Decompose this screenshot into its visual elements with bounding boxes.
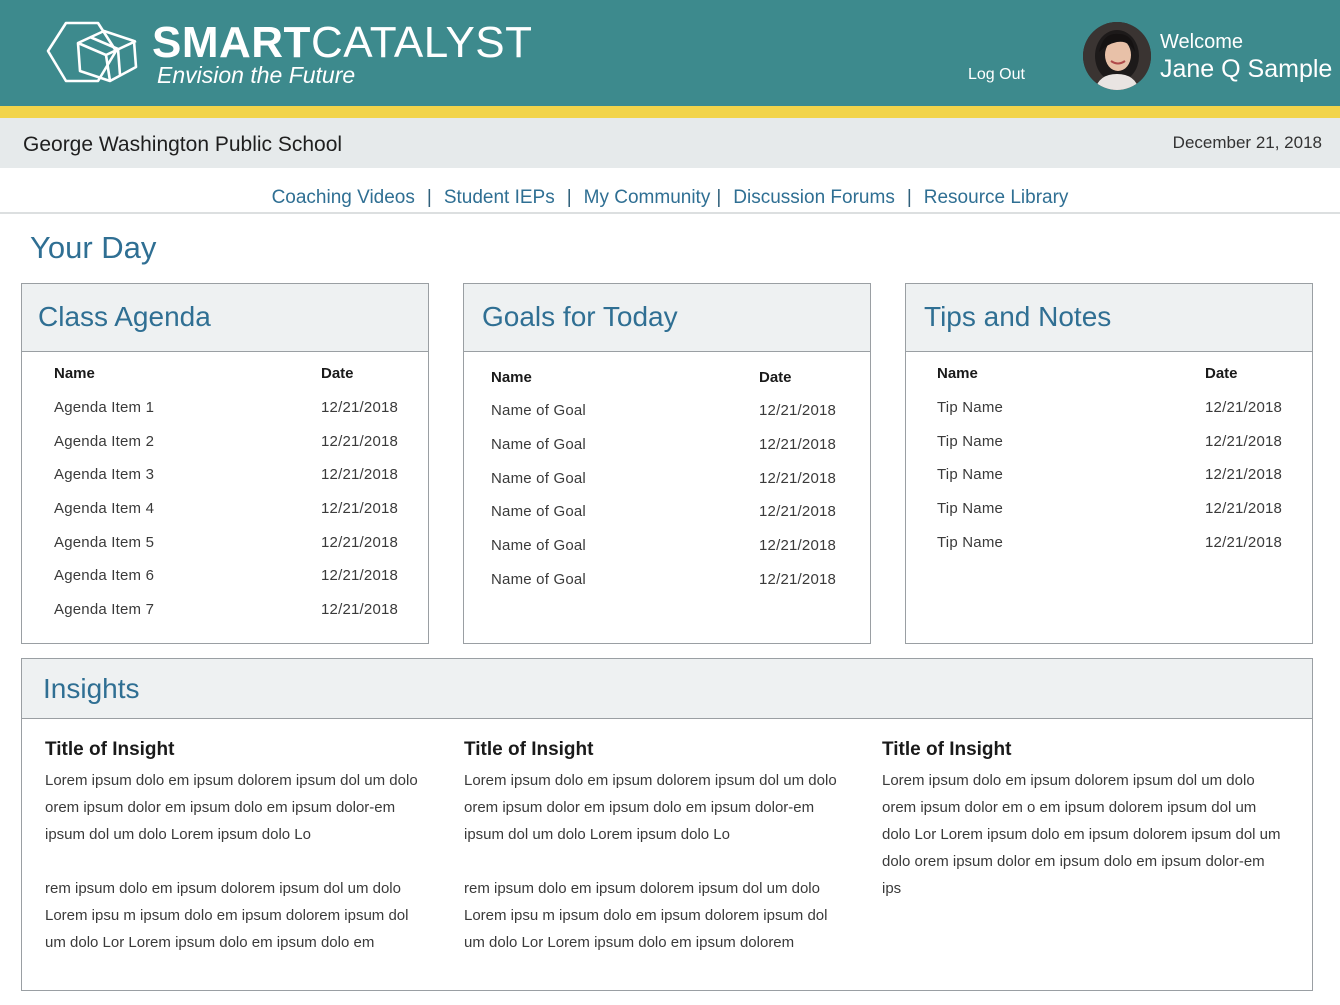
card-title: Insights	[43, 673, 140, 704]
agenda-item-name[interactable]: Agenda Item 2	[54, 433, 154, 450]
goal-date: 12/21/2018	[759, 503, 837, 520]
goals-card: Goals for Today Name Date Name of Goal 1…	[463, 283, 871, 644]
insight-text: Lorem ipsum dolo em ipsum dolorem ipsum …	[45, 772, 418, 843]
user-photo-icon	[1083, 22, 1151, 90]
column-header-date: Date	[759, 369, 792, 386]
goal-date: 12/21/2018	[759, 571, 837, 588]
agenda-item-name[interactable]: Agenda Item 7	[54, 601, 154, 618]
insight-title[interactable]: Title of Insight	[882, 739, 1282, 761]
card-header: Goals for Today	[464, 284, 870, 352]
user-name: Jane Q Sample	[1160, 55, 1333, 83]
column-header-name: Name	[491, 369, 532, 386]
brand-name: SMARTCATALYST	[152, 20, 533, 66]
insight-title[interactable]: Title of Insight	[45, 739, 425, 761]
agenda-item-name[interactable]: Agenda Item 6	[54, 567, 154, 584]
tips-card: Tips and Notes Name Date Tip Name 12/21/…	[905, 283, 1313, 644]
app-header: SMARTCATALYST Envision the Future Log Ou…	[0, 0, 1340, 106]
brand-name-light: CATALYST	[310, 18, 533, 67]
header-accent-stripe	[0, 106, 1340, 118]
tip-date: 12/21/2018	[1205, 433, 1283, 450]
tip-name[interactable]: Tip Name	[937, 534, 1003, 551]
tip-date: 12/21/2018	[1205, 500, 1283, 517]
welcome-label: Welcome	[1160, 31, 1243, 53]
card-title: Class Agenda	[38, 301, 211, 332]
goal-date: 12/21/2018	[759, 470, 837, 487]
agenda-item-name[interactable]: Agenda Item 3	[54, 466, 154, 483]
agenda-item-date: 12/21/2018	[321, 567, 399, 584]
agenda-item-name[interactable]: Agenda Item 5	[54, 534, 154, 551]
nav-student-ieps[interactable]: Student IEPs	[444, 187, 555, 209]
goal-date: 12/21/2018	[759, 402, 837, 419]
goal-name[interactable]: Name of Goal	[491, 470, 586, 487]
column-header-date: Date	[321, 365, 354, 382]
insight-item: Title of Insight Lorem ipsum dolo em ips…	[464, 739, 844, 956]
insights-card: Insights Title of Insight Lorem ipsum do…	[21, 658, 1313, 991]
card-title: Goals for Today	[482, 301, 678, 332]
tip-name[interactable]: Tip Name	[937, 433, 1003, 450]
brand-name-bold: SMART	[152, 18, 311, 67]
agenda-item-date: 12/21/2018	[321, 534, 399, 551]
tip-date: 12/21/2018	[1205, 399, 1283, 416]
insight-title[interactable]: Title of Insight	[464, 739, 844, 761]
nav-separator: |	[716, 187, 722, 208]
logout-link[interactable]: Log Out	[968, 66, 1025, 84]
tip-name[interactable]: Tip Name	[937, 399, 1003, 416]
agenda-item-date: 12/21/2018	[321, 433, 399, 450]
agenda-item-date: 12/21/2018	[321, 601, 399, 618]
tip-date: 12/21/2018	[1205, 466, 1283, 483]
nav-divider	[0, 212, 1340, 214]
brand: SMARTCATALYST Envision the Future	[152, 20, 533, 89]
column-header-name: Name	[54, 365, 95, 382]
agenda-item-date: 12/21/2018	[321, 466, 399, 483]
agenda-item-date: 12/21/2018	[321, 399, 399, 416]
goal-name[interactable]: Name of Goal	[491, 503, 586, 520]
insight-item: Title of Insight Lorem ipsum dolo em ips…	[882, 739, 1282, 902]
card-title: Tips and Notes	[924, 301, 1112, 332]
agenda-item-date: 12/21/2018	[321, 500, 399, 517]
nav-coaching-videos[interactable]: Coaching Videos	[272, 187, 415, 209]
goal-name[interactable]: Name of Goal	[491, 436, 586, 453]
column-header-date: Date	[1205, 365, 1238, 382]
agenda-item-name[interactable]: Agenda Item 4	[54, 500, 154, 517]
school-name: George Washington Public School	[23, 133, 343, 156]
nav-separator: |	[906, 187, 912, 208]
insight-text: Lorem ipsum dolo em ipsum dolorem ipsum …	[882, 772, 1281, 897]
brand-tagline: Envision the Future	[157, 62, 356, 88]
goal-name[interactable]: Name of Goal	[491, 571, 586, 588]
goal-name[interactable]: Name of Goal	[491, 402, 586, 419]
page-title: Your Day	[30, 230, 157, 265]
card-header: Tips and Notes	[906, 284, 1312, 352]
column-header-name: Name	[937, 365, 978, 382]
cube-logo-icon	[46, 21, 138, 83]
nav-discussion-forums[interactable]: Discussion Forums	[733, 187, 895, 209]
class-agenda-card: Class Agenda Name Date Agenda Item 1 12/…	[21, 283, 429, 644]
nav-separator: |	[566, 187, 572, 208]
insight-text: rem ipsum dolo em ipsum dolorem ipsum do…	[45, 880, 409, 951]
nav-my-community[interactable]: My Community	[584, 187, 711, 209]
current-date: December 21, 2018	[1172, 133, 1322, 152]
insight-text: rem ipsum dolo em ipsum dolorem ipsum do…	[464, 880, 828, 951]
tip-date: 12/21/2018	[1205, 534, 1283, 551]
insight-text: Lorem ipsum dolo em ipsum dolorem ipsum …	[464, 772, 837, 843]
goal-date: 12/21/2018	[759, 537, 837, 554]
avatar[interactable]	[1083, 22, 1151, 90]
insight-item: Title of Insight Lorem ipsum dolo em ips…	[45, 739, 425, 956]
card-header: Class Agenda	[22, 284, 428, 352]
goal-name[interactable]: Name of Goal	[491, 537, 586, 554]
main-nav: Coaching Videos | Student IEPs | My Communit…	[0, 187, 1340, 209]
card-header: Insights	[22, 659, 1312, 719]
goal-date: 12/21/2018	[759, 436, 837, 453]
tip-name[interactable]: Tip Name	[937, 466, 1003, 483]
nav-separator: |	[426, 187, 432, 208]
nav-resource-library[interactable]: Resource Library	[924, 187, 1069, 209]
tip-name[interactable]: Tip Name	[937, 500, 1003, 517]
agenda-item-name[interactable]: Agenda Item 1	[54, 399, 154, 416]
